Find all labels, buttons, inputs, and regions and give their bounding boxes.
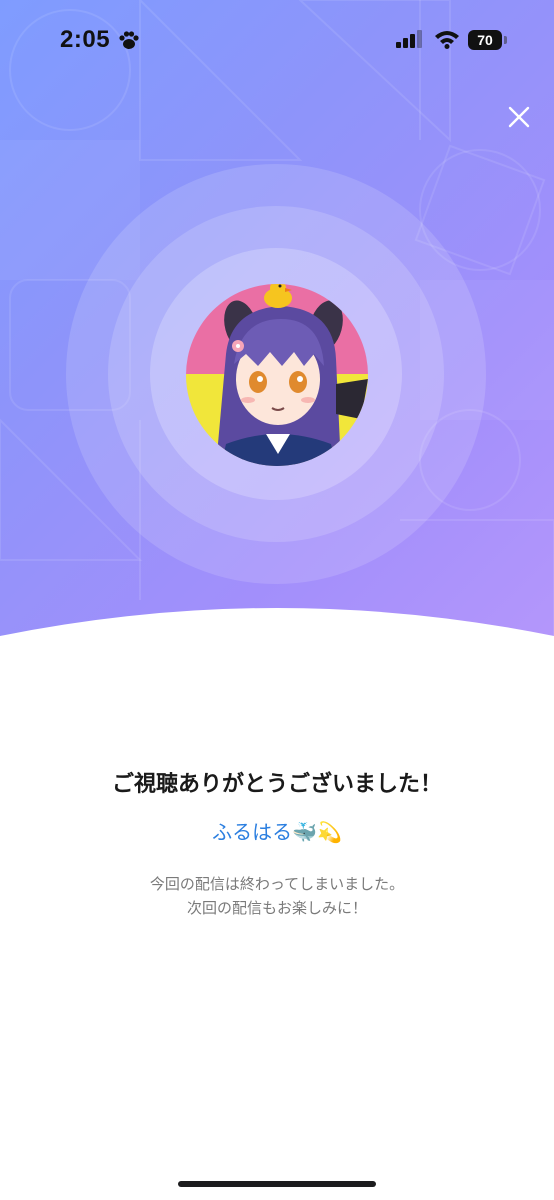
message-line-1: 今回の配信は終わってしまいました。: [149, 875, 405, 893]
streamer-avatar: [186, 284, 368, 466]
streamer-name-link[interactable]: ふるはる🐳💫: [0, 816, 554, 845]
hero-background: [0, 0, 554, 660]
battery-level: 70: [468, 30, 502, 50]
paw-icon: [119, 31, 139, 49]
header-curve: [0, 608, 554, 660]
status-time: 2:05: [60, 26, 111, 53]
status-bar: 2:05 70: [0, 0, 554, 80]
streamer-name: ふるはる: [212, 820, 293, 844]
message-line-2: 次回の配信もお楽しみに！: [186, 899, 367, 917]
wifi-icon: [435, 31, 459, 49]
whale-sparkle-emoji: 🐳💫: [292, 820, 342, 844]
close-icon[interactable]: [505, 103, 533, 131]
thanks-title: ご視聴ありがとうございました！: [111, 772, 442, 797]
battery-cap: [504, 36, 507, 44]
home-indicator[interactable]: [178, 1181, 376, 1187]
cellular-signal-icon: [396, 30, 422, 48]
battery-icon: 70: [468, 30, 508, 50]
stream-ended-message: 今回の配信は終わってしまいました。 次回の配信もお楽しみに！: [0, 872, 554, 920]
